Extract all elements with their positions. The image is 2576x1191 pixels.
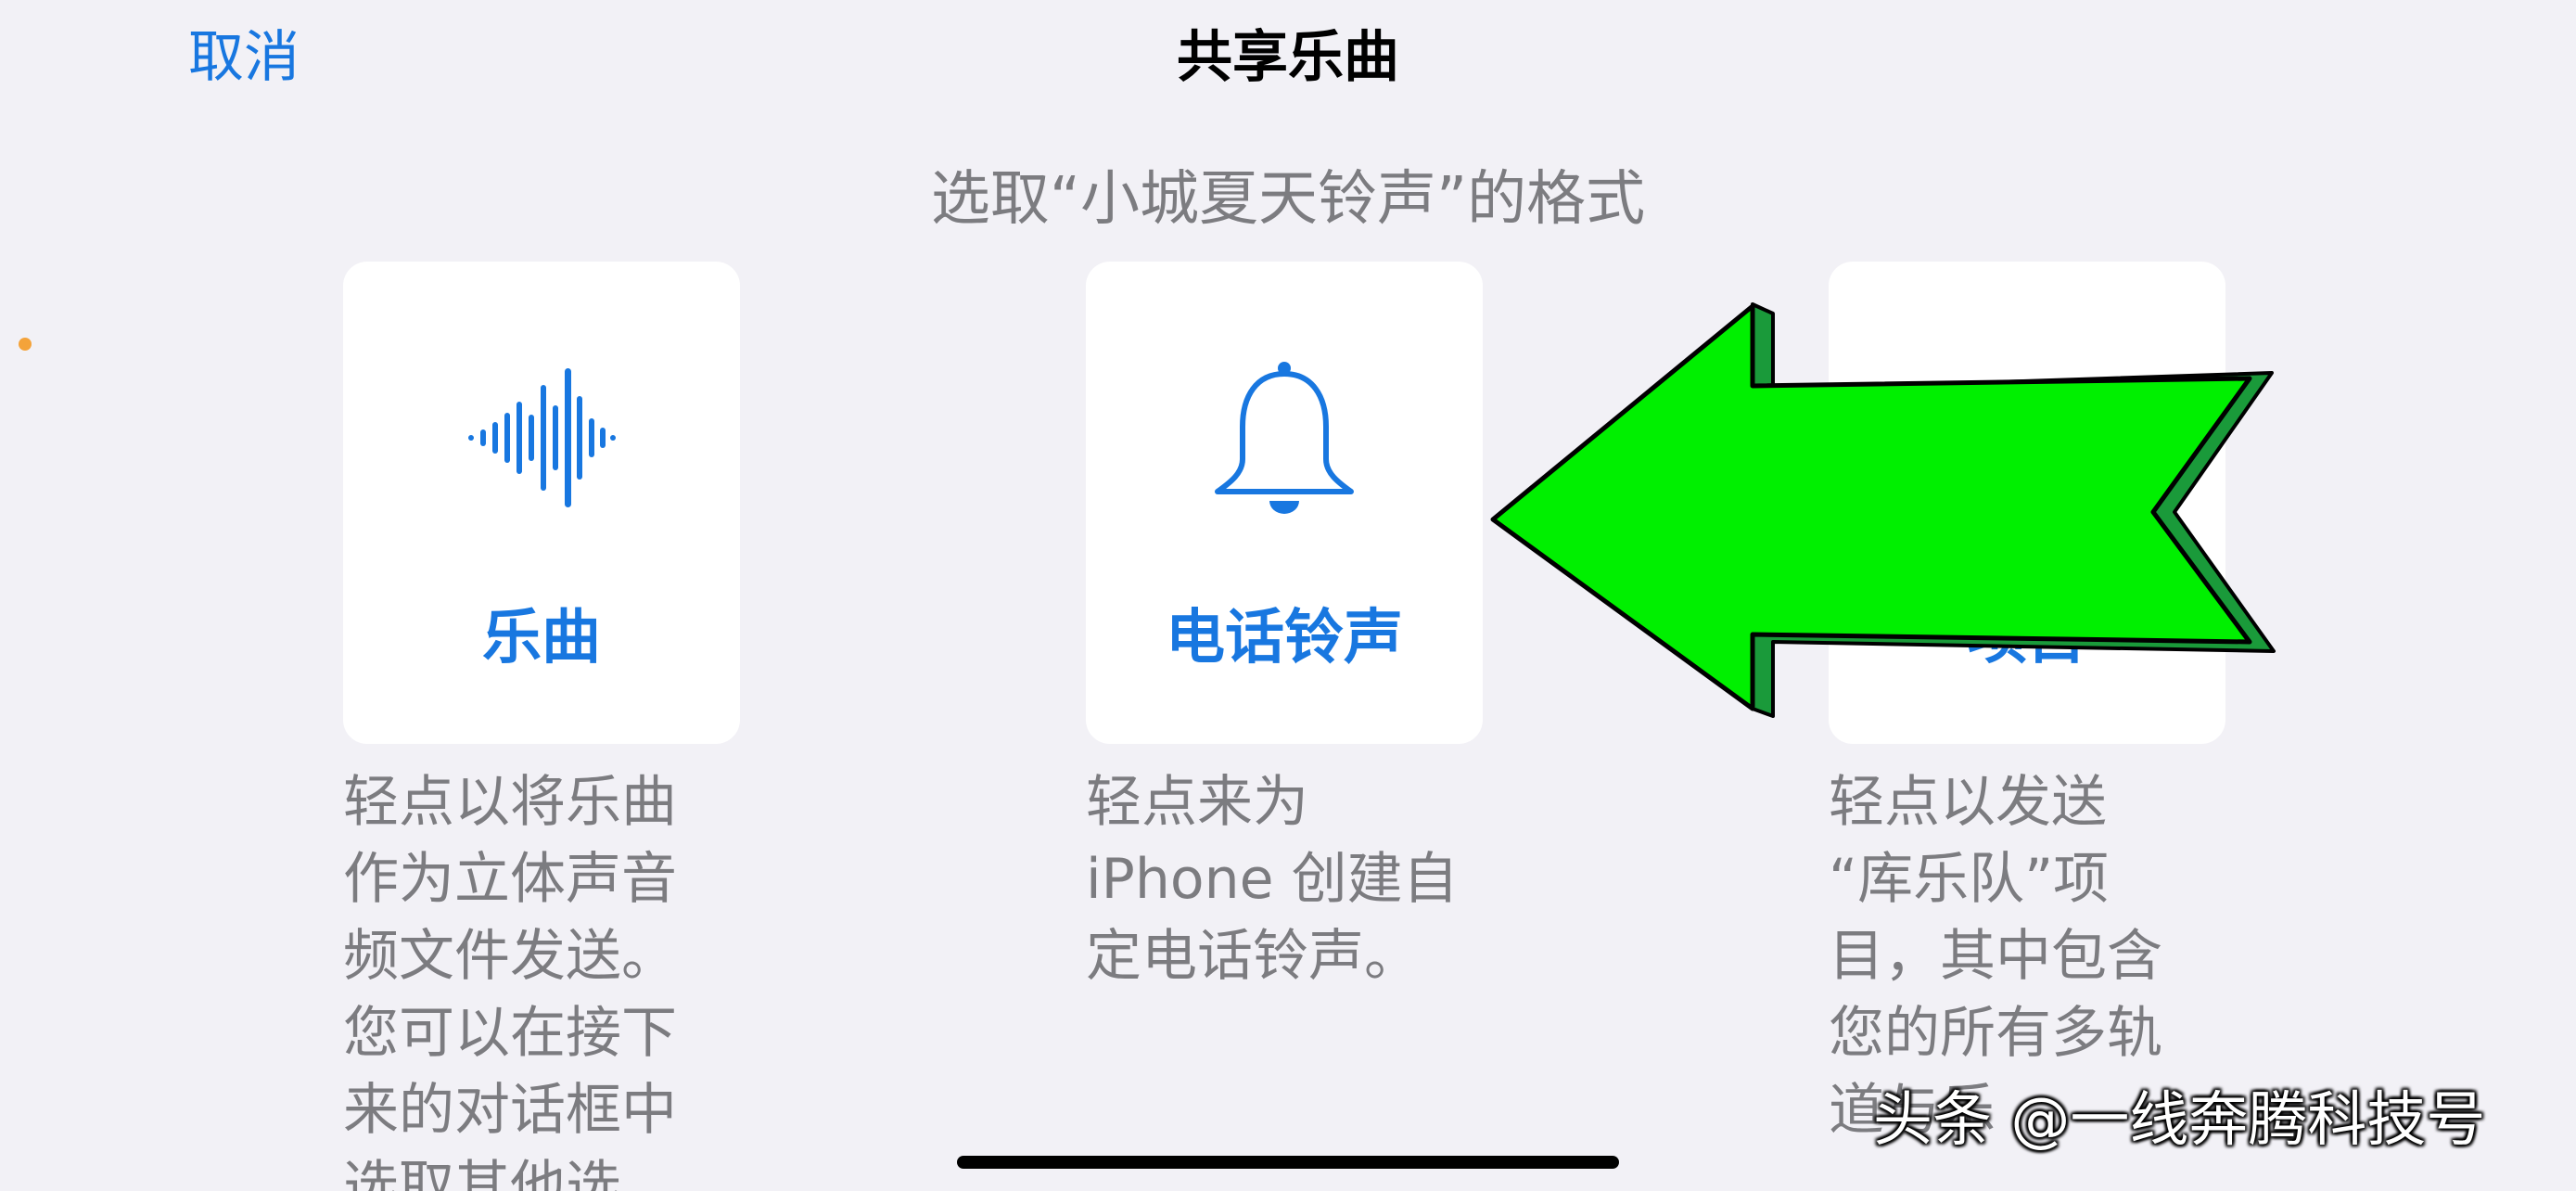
song-format-label: 乐曲 [482,604,601,672]
share-song-screen: 取消 共享乐曲 选取“小城夏天铃声”的格式 乐曲 轻点以将乐曲 作为立体声音 频… [0,0,2576,1191]
ringtone-format-label: 电话铃声 [1166,604,1403,672]
page-title: 共享乐曲 [1177,25,1399,90]
option-song: 乐曲 轻点以将乐曲 作为立体声音 频文件发送。 您可以在接下 来的对话框中 选取… [343,262,740,1191]
song-format-description: 轻点以将乐曲 作为立体声音 频文件发送。 您可以在接下 来的对话框中 选取其他选 [343,770,677,1191]
ringtone-format-description: 轻点来为 iPhone 创建自 定电话铃声。 [1086,770,1459,989]
waveform-icon [343,354,740,521]
home-indicator[interactable] [957,1156,1619,1169]
status-dot [19,338,32,351]
format-prompt: 选取“小城夏天铃声”的格式 [930,165,1646,234]
ringtone-format-card[interactable]: 电话铃声 [1086,262,1483,744]
option-ringtone: 电话铃声 轻点来为 iPhone 创建自 定电话铃声。 [1086,262,1483,995]
bell-icon [1086,354,1483,521]
watermark-text: 头条 @一线奔腾科技号 [1873,1086,2486,1155]
song-format-card[interactable]: 乐曲 [343,262,740,744]
left-arrow-annotation-icon [1484,297,2281,727]
